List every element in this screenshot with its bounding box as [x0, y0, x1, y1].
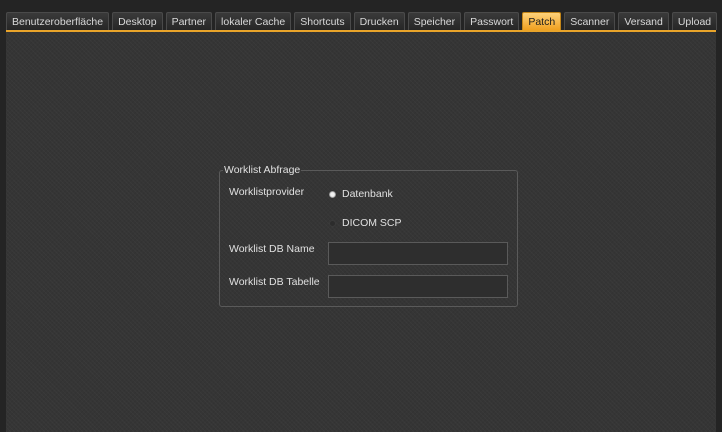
worklist-groupbox: Worklist Abfrage Worklistprovider Datenb… — [219, 164, 518, 307]
patch-settings-panel: Worklist Abfrage Worklistprovider Datenb… — [6, 32, 716, 432]
tab-upload[interactable]: Upload — [671, 12, 718, 30]
worklist-group-title: Worklist Abfrage — [223, 164, 302, 177]
tab-scanner[interactable]: Scanner — [564, 12, 616, 30]
radio-unchecked-icon — [329, 219, 336, 227]
tab-lokaler-cache[interactable]: lokaler Cache — [215, 12, 292, 30]
radio-datenbank[interactable]: Datenbank — [329, 188, 393, 200]
tab-drucken[interactable]: Drucken — [353, 12, 405, 30]
tab-patch[interactable]: Patch — [522, 12, 562, 30]
worklistprovider-label: Worklistprovider — [229, 186, 305, 198]
tab-versand[interactable]: Versand — [618, 12, 669, 30]
tab-bar: Benutzeroberfläche Desktop Partner lokal… — [6, 12, 718, 31]
tab-partner[interactable]: Partner — [165, 12, 213, 30]
worklist-db-name-label: Worklist DB Name — [229, 243, 315, 255]
radio-dicom-scp-label: DICOM SCP — [342, 217, 402, 229]
radio-checked-icon — [329, 190, 336, 198]
tab-shortcuts[interactable]: Shortcuts — [294, 12, 351, 30]
tab-benutzeroberflaeche[interactable]: Benutzeroberfläche — [6, 12, 110, 30]
worklist-db-tabelle-label: Worklist DB Tabelle — [229, 276, 320, 288]
worklist-db-tabelle-input[interactable] — [328, 275, 508, 298]
tab-passwort[interactable]: Passwort — [464, 12, 520, 30]
tab-desktop[interactable]: Desktop — [112, 12, 163, 30]
settings-window: Benutzeroberfläche Desktop Partner lokal… — [0, 0, 722, 432]
radio-datenbank-label: Datenbank — [342, 188, 393, 200]
tab-speicher[interactable]: Speicher — [407, 12, 462, 30]
radio-dicom-scp[interactable]: DICOM SCP — [329, 217, 402, 229]
worklist-db-name-input[interactable] — [328, 242, 508, 265]
